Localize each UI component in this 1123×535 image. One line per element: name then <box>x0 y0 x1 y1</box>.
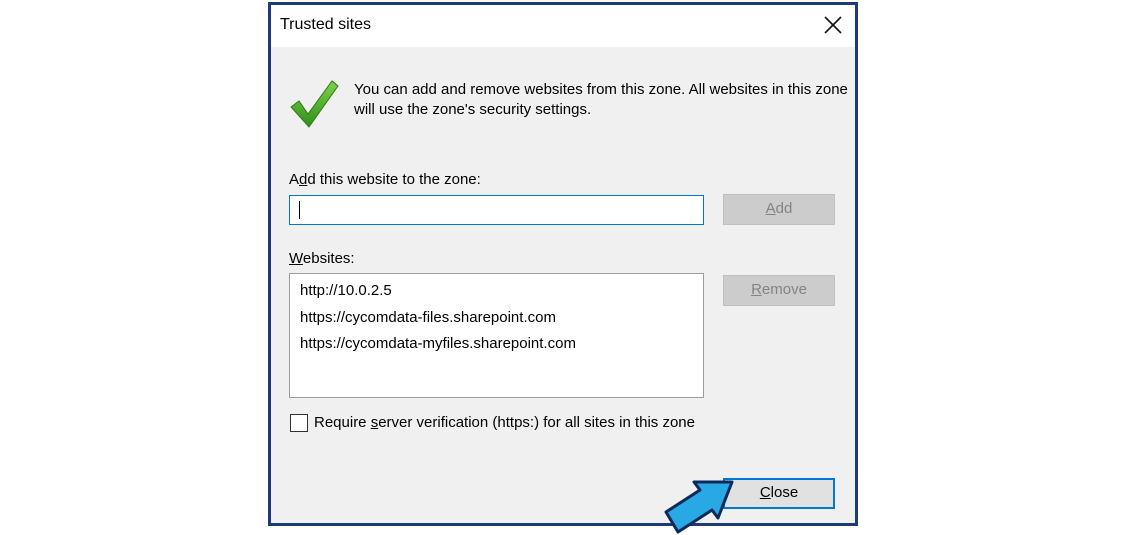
list-item[interactable]: https://cycomdata-files.sharepoint.com <box>300 305 693 332</box>
websites-label: Websites: <box>289 250 355 267</box>
website-url-input[interactable] <box>289 195 704 225</box>
require-https-checkbox[interactable] <box>290 414 308 432</box>
websites-list[interactable]: http://10.0.2.5 https://cycomdata-files.… <box>289 273 704 398</box>
require-https-label[interactable]: Require server verification (https:) for… <box>314 414 695 431</box>
screenshot-stage: Trusted sites You can add and remove web… <box>0 0 1123 535</box>
text-caret <box>299 201 300 219</box>
blue-arrow-pointer-icon <box>660 472 745 534</box>
dialog-title: Trusted sites <box>280 16 371 33</box>
list-item[interactable]: http://10.0.2.5 <box>300 278 693 305</box>
trusted-sites-dialog: Trusted sites You can add and remove web… <box>268 2 858 526</box>
list-item[interactable]: https://cycomdata-myfiles.sharepoint.com <box>300 331 693 358</box>
close-icon[interactable] <box>821 13 845 37</box>
remove-button[interactable]: Remove <box>723 275 835 306</box>
add-website-label: Add this website to the zone: <box>289 171 481 188</box>
green-check-icon <box>289 77 339 131</box>
title-bar: Trusted sites <box>271 5 855 47</box>
add-button[interactable]: Add <box>723 194 835 225</box>
zone-info-text: You can add and remove websites from thi… <box>354 81 848 118</box>
